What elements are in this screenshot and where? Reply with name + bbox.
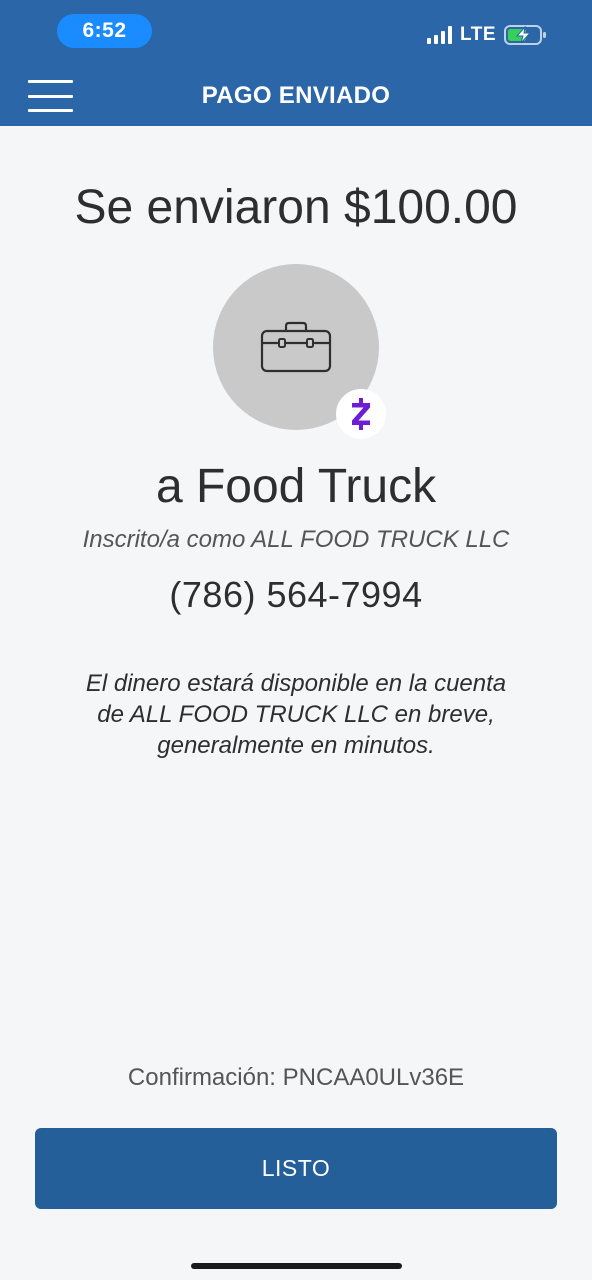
done-button[interactable]: LISTO bbox=[35, 1128, 557, 1209]
availability-message: El dinero estará disponible en la cuenta… bbox=[85, 670, 507, 759]
status-time: 6:52 bbox=[57, 14, 152, 48]
signal-icon bbox=[427, 26, 453, 44]
amount-sent-heading: Se enviaron $100.00 bbox=[74, 181, 518, 234]
recipient-phone: (786) 564-7994 bbox=[169, 574, 423, 615]
zelle-icon bbox=[336, 389, 386, 439]
top-bar: 6:52 LTE PAGO ENVIADO bbox=[0, 0, 592, 126]
status-icons: LTE bbox=[427, 22, 548, 48]
confirmation-code: Confirmación: PNCAA0ULv36E bbox=[127, 1064, 465, 1091]
enrolled-as-label: Inscrito/a como ALL FOOD TRUCK LLC bbox=[82, 526, 510, 553]
network-type: LTE bbox=[460, 24, 496, 45]
recipient-name: a Food Truck bbox=[155, 460, 437, 513]
page-title: PAGO ENVIADO bbox=[201, 82, 391, 109]
battery-charging-icon bbox=[504, 24, 548, 46]
briefcase-icon bbox=[260, 321, 332, 373]
home-indicator[interactable] bbox=[191, 1263, 402, 1269]
